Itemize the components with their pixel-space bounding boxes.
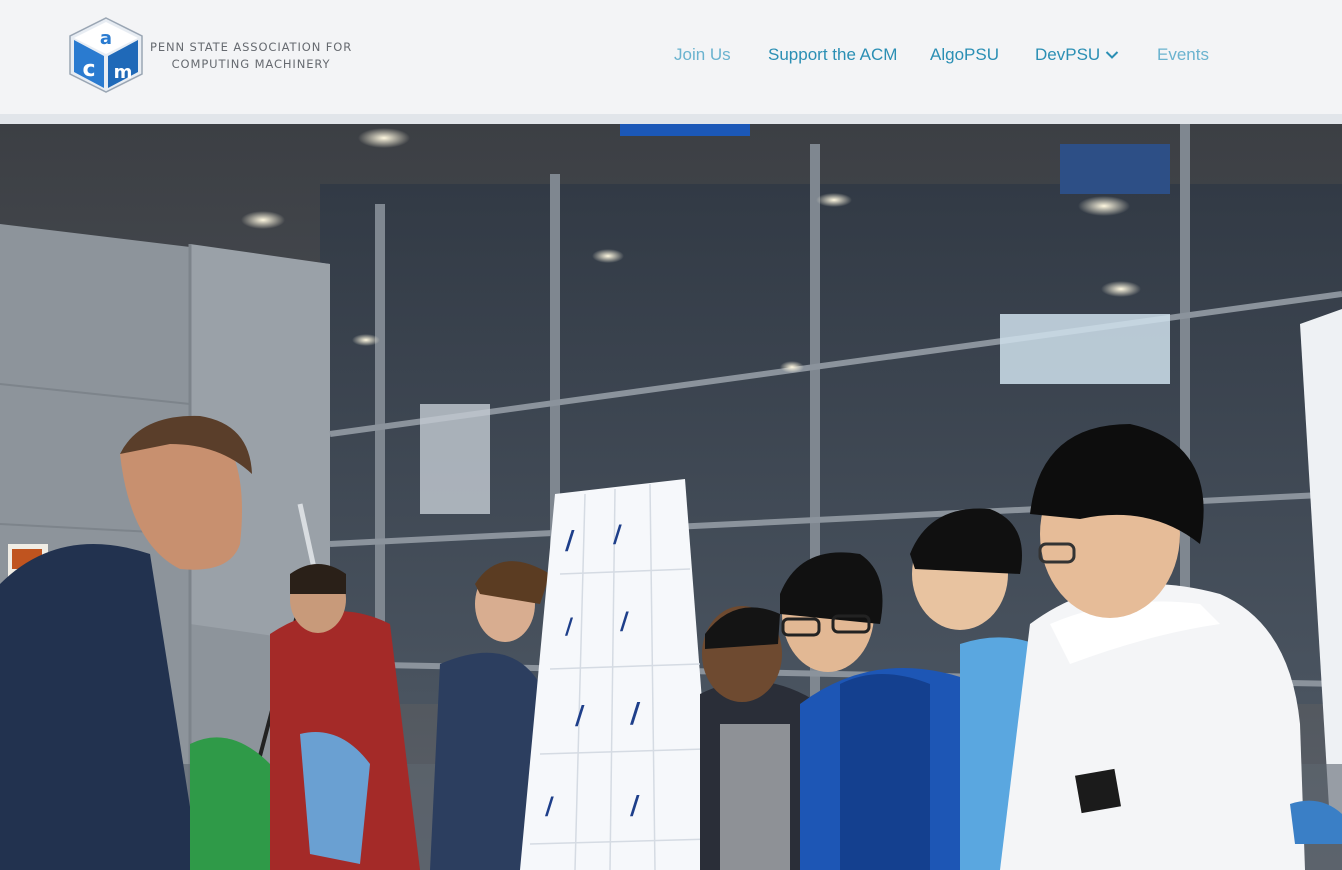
svg-text:/: /	[565, 615, 574, 640]
header-divider	[0, 114, 1342, 124]
svg-text:/: /	[630, 696, 641, 729]
nav-join-us[interactable]: Join Us	[674, 44, 731, 66]
site-header: a c m PENN STATE ASSOCIATION FOR COMPUTI…	[0, 0, 1342, 114]
nav-support-the-acm[interactable]: Support the ACM	[768, 44, 897, 66]
chevron-down-icon	[1105, 51, 1119, 59]
nav-events[interactable]: Events	[1157, 44, 1209, 66]
nav-algopsu[interactable]: AlgoPSU	[930, 44, 999, 66]
svg-text:/: /	[575, 701, 585, 731]
svg-text:/: /	[630, 791, 640, 821]
svg-text:/: /	[620, 607, 629, 635]
nav-devpsu-label: DevPSU	[1035, 45, 1101, 64]
nav-devpsu-dropdown[interactable]: DevPSU	[1035, 44, 1119, 66]
hero-photo: / / / / / / / /	[0, 124, 1342, 870]
main-nav: Join Us Support the ACM AlgoPSU DevPSU E…	[0, 44, 1342, 68]
svg-text:/: /	[545, 792, 554, 820]
svg-text:/: /	[565, 526, 575, 556]
svg-text:/: /	[613, 520, 622, 548]
hero-image: / / / / / / / /	[0, 124, 1342, 870]
